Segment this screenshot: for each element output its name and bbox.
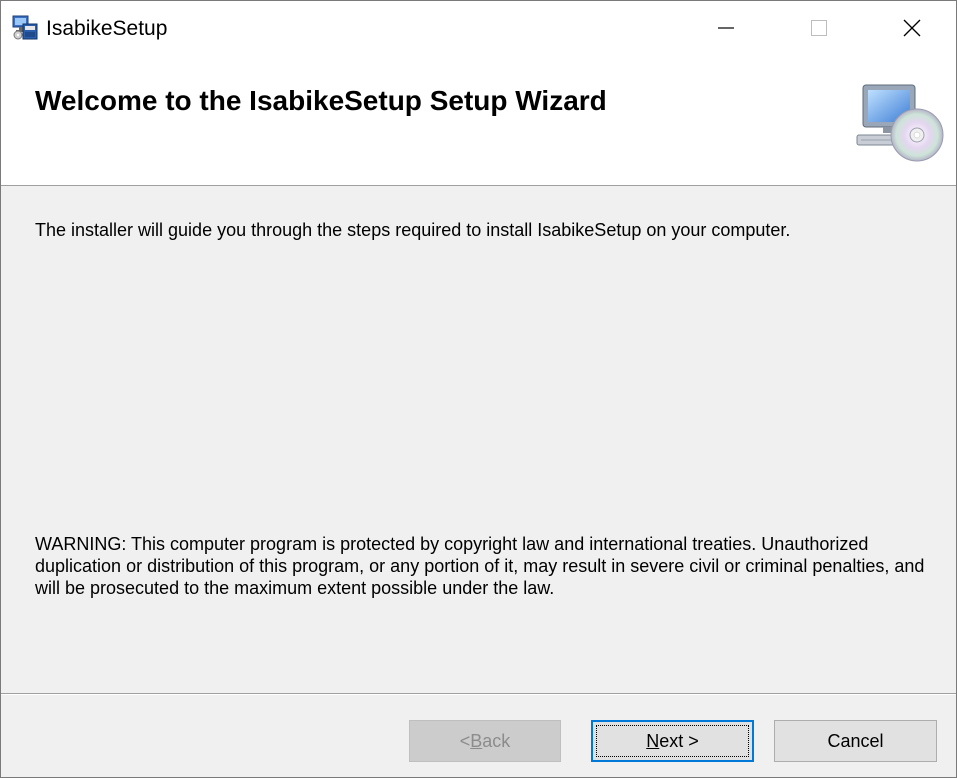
close-button[interactable] bbox=[877, 1, 947, 59]
back-button[interactable]: < Back bbox=[409, 720, 561, 762]
cancel-button[interactable]: Cancel bbox=[774, 720, 937, 762]
window-title: IsabikeSetup bbox=[46, 17, 168, 40]
installer-app-icon bbox=[11, 13, 39, 41]
wizard-header: Welcome to the IsabikeSetup Setup Wizard bbox=[1, 59, 956, 186]
maximize-button[interactable] bbox=[784, 1, 854, 59]
installer-window: IsabikeSetup Welcome to the IsabikeSetup… bbox=[0, 0, 957, 778]
close-icon bbox=[902, 18, 922, 43]
back-button-mnemonic: B bbox=[470, 730, 483, 751]
back-button-prefix: < bbox=[459, 730, 471, 751]
cancel-button-label: Cancel bbox=[827, 730, 884, 751]
warning-text: WARNING: This computer program is protec… bbox=[35, 534, 925, 598]
maximize-icon bbox=[809, 18, 829, 43]
minimize-button[interactable] bbox=[691, 1, 761, 59]
minimize-icon bbox=[716, 18, 736, 43]
wizard-title: Welcome to the IsabikeSetup Setup Wizard bbox=[35, 85, 607, 116]
title-bar[interactable]: IsabikeSetup bbox=[1, 1, 956, 59]
next-button[interactable]: Next > bbox=[591, 720, 754, 762]
footer-separator bbox=[1, 693, 956, 695]
focus-rectangle bbox=[596, 725, 749, 757]
computer-cd-icon bbox=[853, 81, 945, 163]
intro-text: The installer will guide you through the… bbox=[35, 220, 791, 240]
back-button-label: ack bbox=[482, 730, 511, 751]
